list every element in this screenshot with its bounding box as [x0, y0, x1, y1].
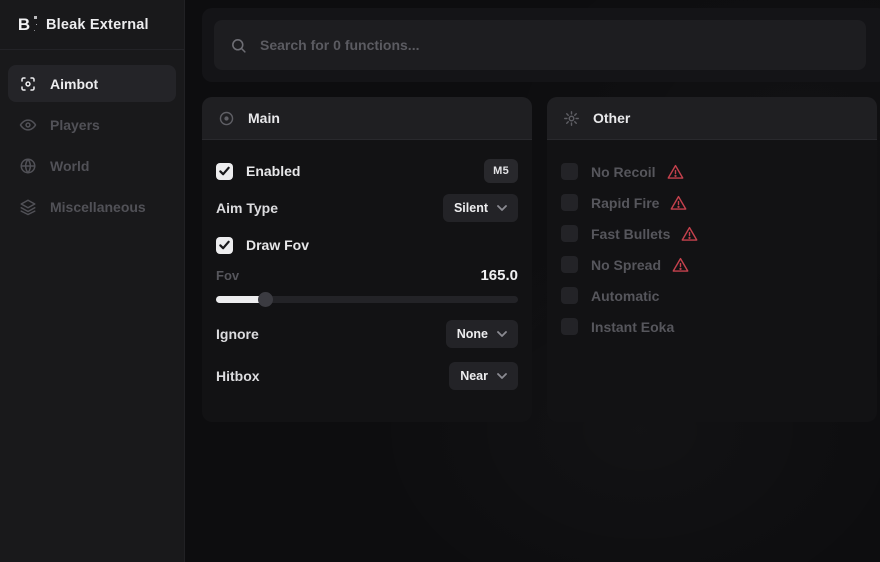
fov-label: Fov — [216, 268, 239, 283]
automatic-row: Automatic — [561, 280, 863, 311]
warning-icon — [681, 226, 698, 242]
rapid-fire-checkbox[interactable] — [561, 194, 578, 211]
hitbox-label: Hitbox — [216, 368, 260, 384]
ignore-label: Ignore — [216, 326, 259, 342]
eye-icon — [19, 116, 37, 134]
draw-fov-label: Draw Fov — [246, 237, 309, 253]
no-spread-row: No Spread — [561, 249, 863, 280]
fov-slider[interactable] — [216, 291, 518, 307]
draw-fov-checkbox[interactable] — [216, 237, 233, 254]
main-panel-header: Main — [202, 97, 532, 140]
warning-icon — [667, 164, 684, 180]
main-panel-body: Enabled M5 Aim Type Silent Draw Fov Fov … — [202, 140, 532, 400]
sidebar-item-miscellaneous[interactable]: Miscellaneous — [8, 188, 176, 225]
main-panel: Main Enabled M5 Aim Type Silent Draw Fov — [202, 97, 532, 422]
sidebar-item-aimbot[interactable]: Aimbot — [8, 65, 176, 102]
fov-slider-thumb[interactable] — [258, 292, 273, 307]
no-recoil-checkbox[interactable] — [561, 163, 578, 180]
warning-icon — [672, 257, 689, 273]
chevron-down-icon — [497, 205, 507, 211]
enabled-label: Enabled — [246, 163, 300, 179]
other-panel-header: Other — [547, 97, 877, 140]
sidebar-item-label: World — [50, 158, 89, 174]
sidebar-item-players[interactable]: Players — [8, 106, 176, 143]
instant-eoka-checkbox[interactable] — [561, 318, 578, 335]
search-input[interactable] — [260, 37, 850, 53]
gear-icon — [563, 110, 580, 127]
search-icon — [230, 37, 247, 54]
automatic-checkbox[interactable] — [561, 287, 578, 304]
sidebar-nav: Aimbot Players World Miscellaneous — [0, 50, 184, 240]
other-panel-body: No Recoil Rapid Fire Fast Bullets No Spr… — [547, 140, 877, 352]
ignore-value: None — [457, 327, 488, 341]
sidebar-item-label: Aimbot — [50, 76, 98, 92]
aim-type-row: Aim Type Silent — [216, 194, 518, 222]
hitbox-row: Hitbox Near — [216, 362, 518, 390]
keybind-badge[interactable]: M5 — [484, 159, 518, 183]
sidebar-item-world[interactable]: World — [8, 147, 176, 184]
aim-type-label: Aim Type — [216, 200, 278, 216]
layers-icon — [19, 198, 37, 216]
crosshair-icon — [19, 75, 37, 93]
ignore-dropdown[interactable]: None — [446, 320, 518, 348]
target-icon — [218, 110, 235, 127]
fov-label-row: Fov 165.0 — [216, 264, 518, 286]
aim-type-dropdown[interactable]: Silent — [443, 194, 518, 222]
sidebar-item-label: Players — [50, 117, 100, 133]
search-box[interactable] — [214, 20, 866, 70]
ignore-row: Ignore None — [216, 320, 518, 348]
enabled-row: Enabled M5 — [216, 156, 518, 186]
fast-bullets-row: Fast Bullets — [561, 218, 863, 249]
automatic-label: Automatic — [591, 288, 659, 304]
draw-fov-row: Draw Fov — [216, 230, 518, 260]
aim-type-value: Silent — [454, 201, 488, 215]
sidebar: B Bleak External Aimbot Players World M — [0, 0, 185, 562]
no-spread-label: No Spread — [591, 257, 661, 273]
instant-eoka-row: Instant Eoka — [561, 311, 863, 342]
chevron-down-icon — [497, 331, 507, 337]
rapid-fire-row: Rapid Fire — [561, 187, 863, 218]
main-panel-title: Main — [248, 110, 280, 126]
enabled-checkbox[interactable] — [216, 163, 233, 180]
sidebar-header: B Bleak External — [0, 0, 184, 50]
rapid-fire-label: Rapid Fire — [591, 195, 659, 211]
fov-value: 165.0 — [480, 267, 518, 284]
sidebar-item-label: Miscellaneous — [50, 199, 146, 215]
hitbox-value: Near — [460, 369, 488, 383]
hitbox-dropdown[interactable]: Near — [449, 362, 518, 390]
other-panel-title: Other — [593, 110, 630, 126]
chevron-down-icon — [497, 373, 507, 379]
no-recoil-label: No Recoil — [591, 164, 656, 180]
instant-eoka-label: Instant Eoka — [591, 319, 674, 335]
globe-icon — [19, 157, 37, 175]
app-title: Bleak External — [46, 17, 149, 33]
app-logo-icon: B — [13, 14, 35, 36]
no-recoil-row: No Recoil — [561, 156, 863, 187]
other-panel: Other No Recoil Rapid Fire Fast Bullets — [547, 97, 877, 422]
no-spread-checkbox[interactable] — [561, 256, 578, 273]
search-container — [202, 8, 880, 82]
warning-icon — [670, 195, 687, 211]
fast-bullets-checkbox[interactable] — [561, 225, 578, 242]
fast-bullets-label: Fast Bullets — [591, 226, 670, 242]
